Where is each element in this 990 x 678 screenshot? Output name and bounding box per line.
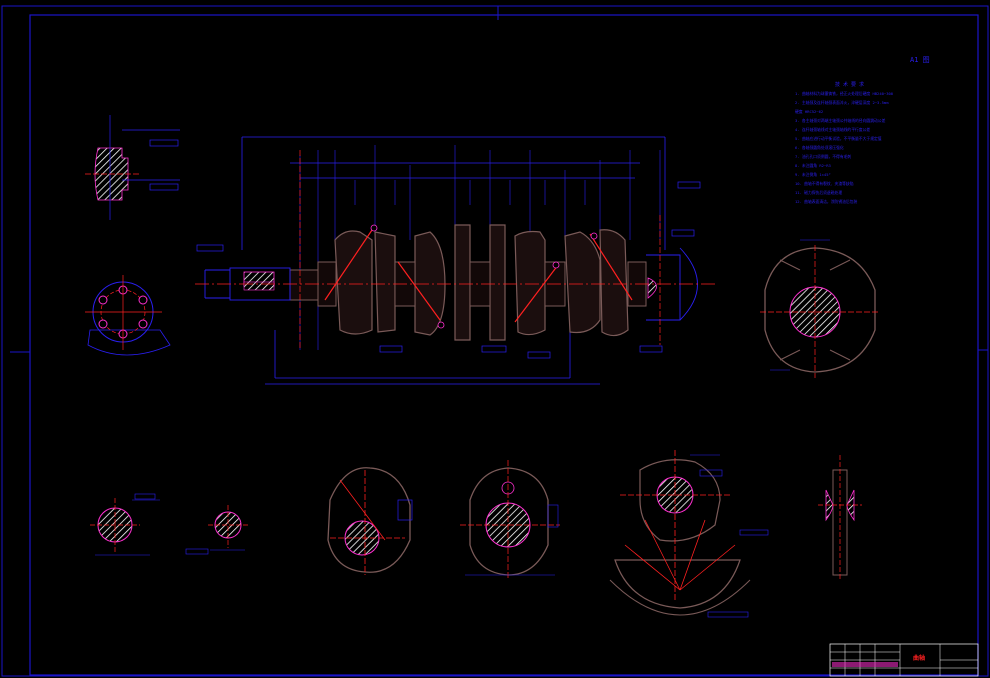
note-line: 12. 曲轴表面清洁，涂防锈油后包装 <box>795 199 858 204</box>
note-line: 4. 连杆轴颈轴线对主轴颈轴线的平行度公差 <box>795 127 870 132</box>
section-view-fan-counterweight <box>609 450 769 618</box>
note-line: 2. 主轴颈及连杆轴颈表面淬火，淬硬层深度 2~3.5mm <box>795 100 889 105</box>
sheet-size-label: A1 图 <box>910 56 930 64</box>
flange-end-view <box>85 275 171 356</box>
note-line: 11. 磁力探伤后须退磁处理 <box>795 190 842 195</box>
note-line: 7. 油孔孔口须倒圆，不得有毛刺 <box>795 154 851 159</box>
section-view-crankpin-b <box>460 460 560 580</box>
note-line: 8. 未注圆角 R2~R3 <box>795 163 831 168</box>
technical-requirements-notes: 技 术 要 求 1. 曲轴材料为球墨铸铁，经正火处理后硬度 HB240~300 2… <box>795 81 894 204</box>
section-view-journal-1 <box>90 493 160 556</box>
crankshaft-drawing-canvas: A1 图 技 术 要 求 1. 曲轴材料为球墨铸铁，经正火处理后硬度 HB240… <box>1 5 989 677</box>
section-view-crankpin-a <box>327 467 413 575</box>
title-block: 曲轴 <box>829 643 979 677</box>
section-view-journal-2 <box>185 505 248 555</box>
counterweight-section-view <box>760 239 880 378</box>
note-line: 9. 未注倒角 1×45° <box>795 172 831 177</box>
keyway-detail-view <box>85 115 180 220</box>
note-line: 6. 各轴颈圆角处须滚压强化 <box>795 145 844 150</box>
note-line: 3. 各主轴颈对两端主轴颈公共轴线的径向圆跳动公差 <box>795 118 886 123</box>
crankshaft-main-view <box>195 136 715 385</box>
note-line: 1. 曲轴材料为球墨铸铁，经正火处理后硬度 HB240~300 <box>795 91 894 96</box>
note-line: 10. 曲轴不得有裂纹、夹渣等缺陷 <box>795 181 854 186</box>
notes-heading: 技 术 要 求 <box>835 81 864 88</box>
part-name-label: 曲轴 <box>913 654 925 662</box>
section-view-thrust-flange <box>818 455 862 580</box>
note-line: 硬度 HRC52~62 <box>795 109 823 114</box>
note-line: 5. 曲轴应进行动平衡试验，不平衡量不大于规定值 <box>795 136 882 141</box>
